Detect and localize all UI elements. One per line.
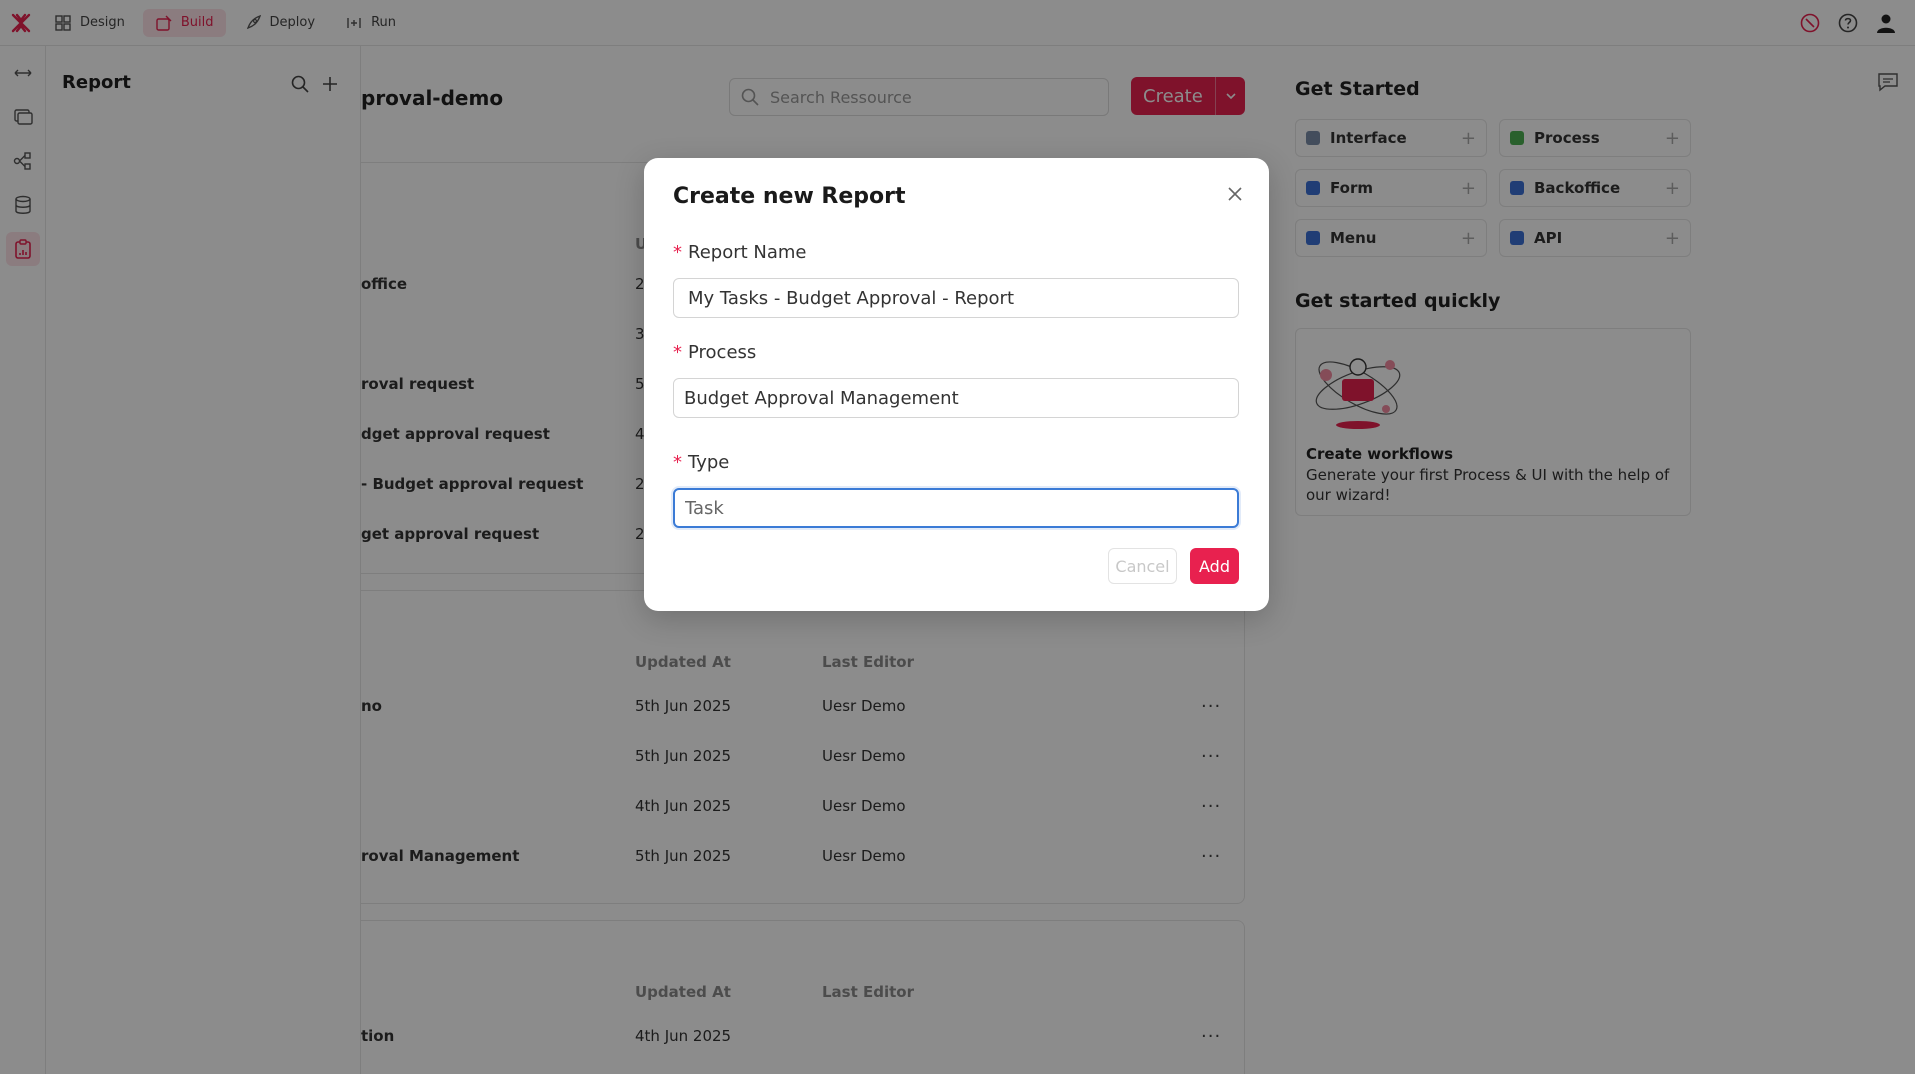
process-label: * Process	[673, 342, 757, 363]
type-label: * Type	[673, 452, 730, 473]
required-mark: *	[673, 242, 682, 263]
add-button[interactable]: Add	[1190, 548, 1239, 584]
required-mark: *	[673, 342, 682, 363]
type-select[interactable]	[673, 488, 1239, 528]
cancel-button[interactable]: Cancel	[1108, 548, 1177, 584]
report-name-label: * Report Name	[673, 242, 807, 263]
close-icon[interactable]	[1224, 183, 1246, 205]
dialog-title: Create new Report	[673, 184, 906, 209]
create-report-dialog: Create new Report *Report Name *Process …	[644, 158, 1269, 611]
report-name-input[interactable]	[673, 278, 1239, 318]
required-mark: *	[673, 452, 682, 473]
process-select[interactable]	[673, 378, 1239, 418]
